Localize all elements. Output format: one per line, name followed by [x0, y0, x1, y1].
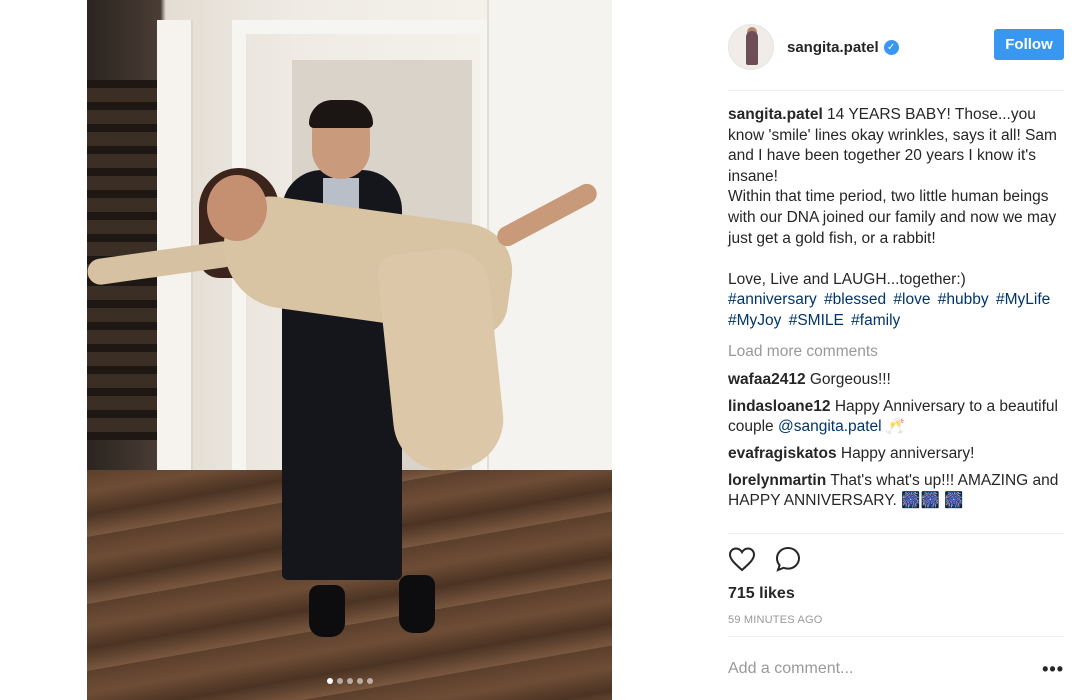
comment-text: Happy anniversary! [836, 444, 975, 462]
comment-text: Gorgeous!!! [805, 371, 891, 389]
caption-text: 14 YEARS BABY! Those...you know 'smile' … [728, 106, 1057, 288]
comment-author-link[interactable]: evafragiskatos [728, 445, 837, 462]
caption-author-link[interactable]: sangita.patel [728, 106, 823, 123]
follow-button[interactable]: Follow [994, 29, 1064, 60]
comment-item: lorelynmartin That's what's up!!! AMAZIN… [728, 471, 1064, 512]
heart-icon[interactable] [728, 546, 756, 577]
hashtag-link[interactable]: #anniversary [728, 291, 817, 308]
post-timestamp[interactable]: 59 MINUTES AGO [728, 614, 823, 626]
comment-author-link[interactable]: wafaa2412 [728, 371, 806, 388]
add-comment-input[interactable] [728, 660, 1008, 678]
comment-item: wafaa2412 Gorgeous!!! [728, 370, 1064, 391]
more-options-icon[interactable]: ••• [1042, 659, 1064, 680]
post-actions [728, 545, 802, 578]
mention-link[interactable]: @sangita.patel [778, 418, 882, 435]
hashtag-link[interactable]: #MyLife [996, 291, 1050, 308]
carousel-indicator [87, 678, 612, 684]
carousel-dot[interactable] [356, 678, 363, 684]
comment-item: evafragiskatos Happy anniversary! [728, 444, 1064, 465]
hashtag-link[interactable]: #hubby [938, 291, 989, 308]
carousel-dot[interactable] [326, 678, 333, 684]
post-header: sangita.patel ✓ Follow [728, 18, 1064, 76]
username-link[interactable]: sangita.patel [787, 39, 879, 56]
hashtag-link[interactable]: #love [893, 291, 930, 308]
load-more-comments-link[interactable]: Load more comments [728, 342, 1064, 363]
comments-section: sangita.patel 14 YEARS BABY! Those...you… [728, 105, 1064, 518]
post-photo[interactable] [87, 0, 612, 700]
comment-author-link[interactable]: lindasloane12 [728, 398, 831, 415]
comment-item: lindasloane12 Happy Anniversary to a bea… [728, 397, 1064, 438]
photo-man-hair [309, 100, 373, 128]
likes-count[interactable]: 715 likes [728, 585, 795, 603]
actions-divider [728, 636, 1064, 637]
carousel-dot[interactable] [336, 678, 343, 684]
avatar[interactable] [728, 24, 774, 70]
photo-shoe-right [399, 575, 435, 633]
hashtag-link[interactable]: #family [851, 312, 900, 329]
comments-divider [728, 533, 1064, 534]
photo-woman-head [207, 175, 267, 241]
hashtag-list: #anniversary #blessed #love #hubby #MyLi… [728, 290, 1064, 331]
header-divider [728, 90, 1064, 91]
photo-shoe-left [309, 585, 345, 637]
caption: sangita.patel 14 YEARS BABY! Those...you… [728, 105, 1064, 332]
hashtag-link[interactable]: #SMILE [789, 312, 844, 329]
carousel-dot[interactable] [346, 678, 353, 684]
avatar-figure-body [746, 31, 758, 65]
comment-icon[interactable] [774, 545, 802, 578]
add-comment-bar: ••• [728, 658, 1064, 680]
hashtag-link[interactable]: #MyJoy [728, 312, 781, 329]
carousel-dot[interactable] [366, 678, 373, 684]
comment-author-link[interactable]: lorelynmartin [728, 472, 826, 489]
comment-emoji: 🥂 [881, 418, 906, 436]
hashtag-link[interactable]: #blessed [824, 291, 886, 308]
verified-badge-icon: ✓ [883, 39, 899, 55]
